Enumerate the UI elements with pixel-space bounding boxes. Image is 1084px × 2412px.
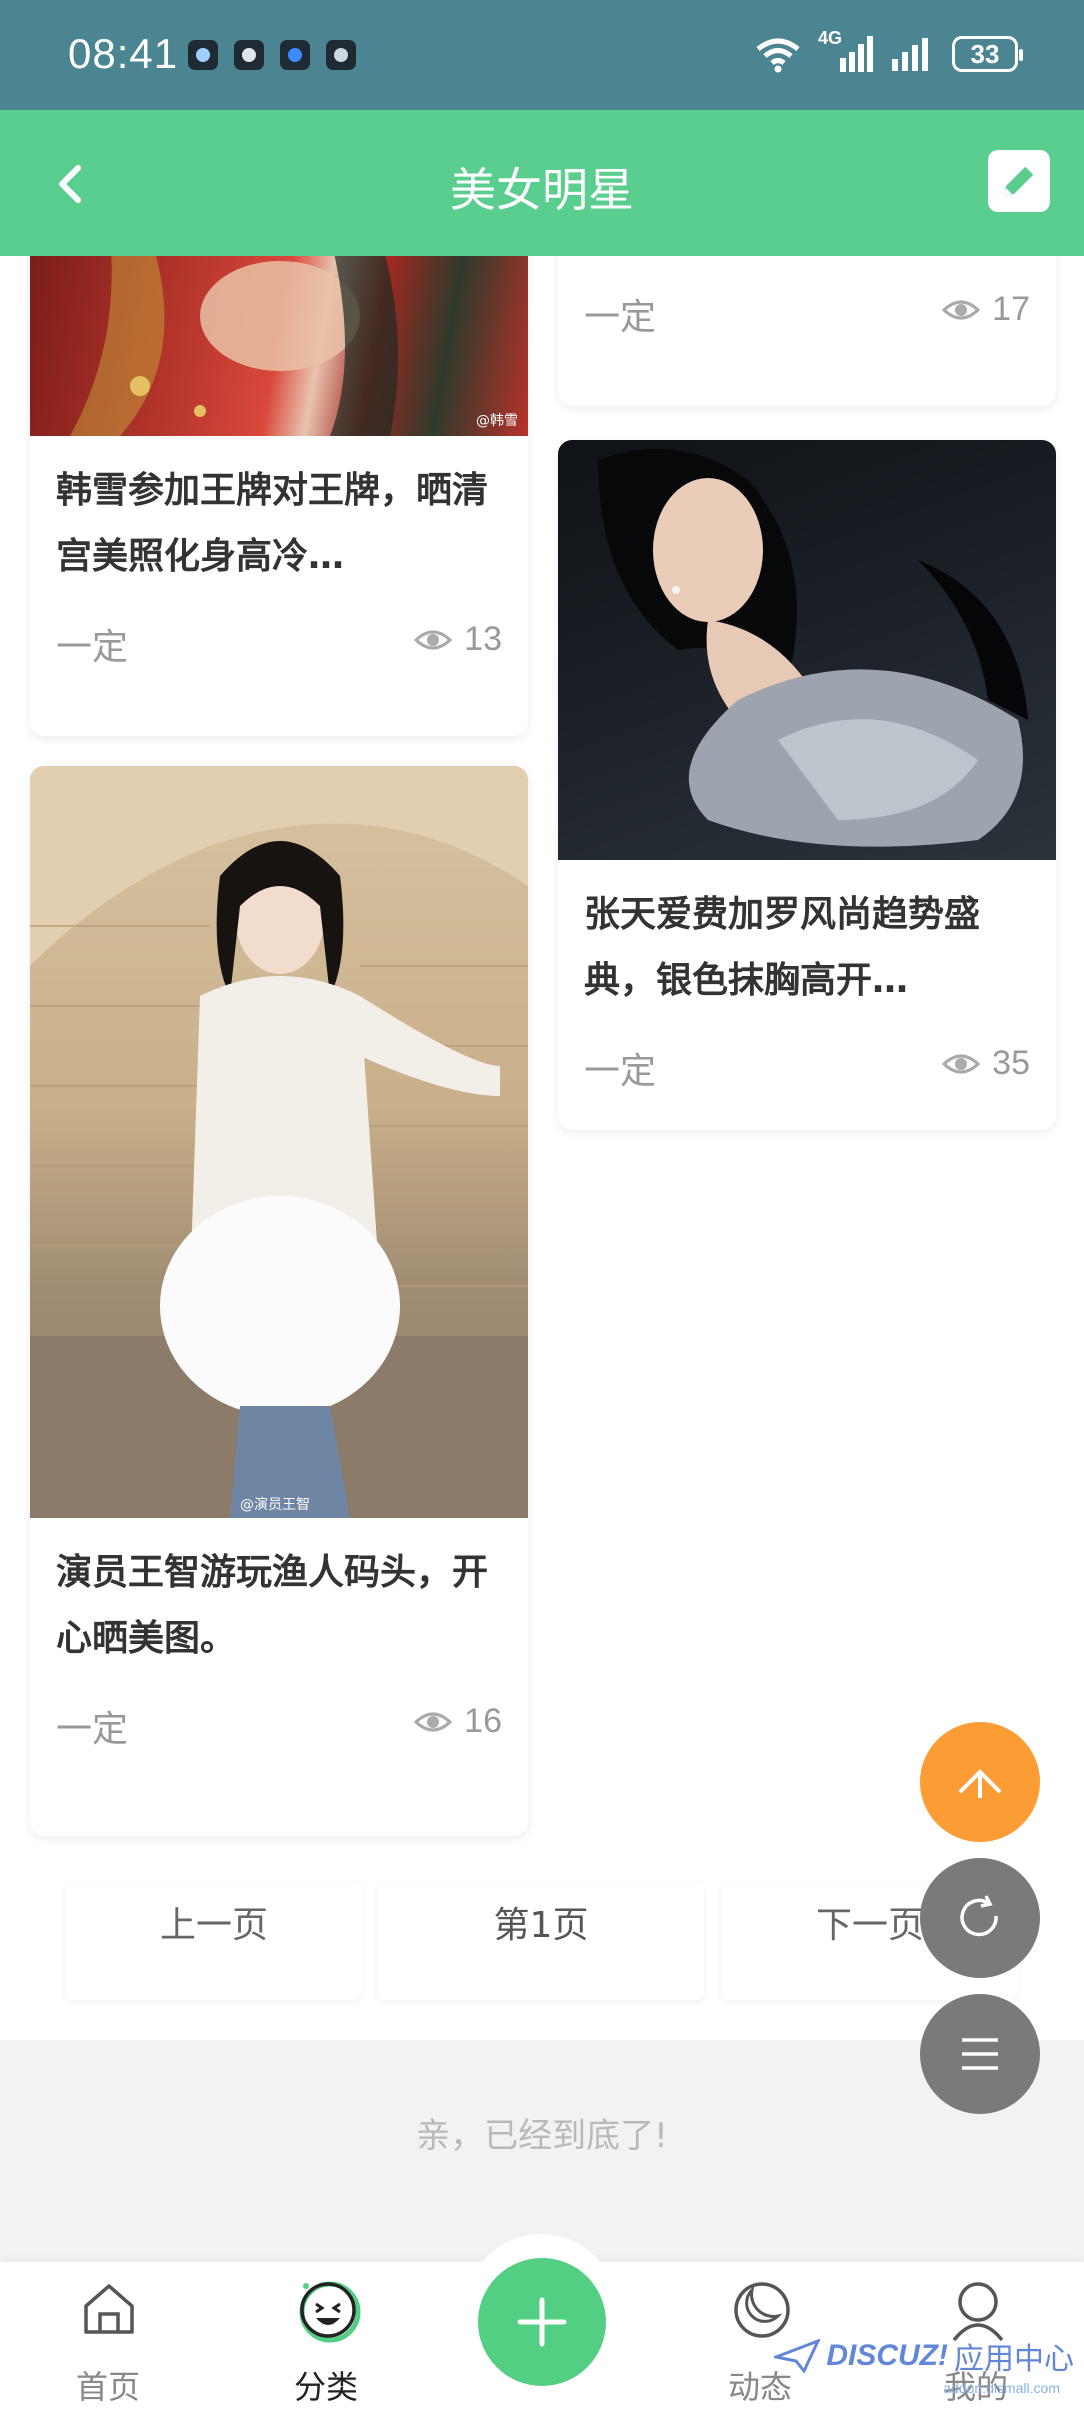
qq-browser-notification-icon (188, 40, 218, 70)
header-bar: 美女明星 (0, 110, 1084, 256)
image-watermark: @演员王智 (240, 1497, 310, 1513)
eye-icon (414, 1712, 453, 1731)
current-page-indicator: 第1页 (378, 1882, 704, 2000)
watermark-text: 应用中心 (954, 2343, 1074, 2376)
paper-plane-icon (774, 2339, 821, 2373)
image-content (598, 448, 1028, 847)
scroll-to-top-button[interactable] (920, 1722, 1040, 1842)
eye-icon (942, 1054, 981, 1073)
pencil-icon (1004, 164, 1036, 196)
post-title[interactable]: 韩雪参加王牌对王牌，晒清宫美照化身高冷… (56, 458, 502, 590)
compose-button[interactable] (988, 150, 1050, 212)
view-count: 13 (414, 620, 502, 659)
refresh-button[interactable] (920, 1858, 1040, 1978)
home-icon (84, 2284, 134, 2334)
post-image[interactable]: @韩雪 (30, 256, 528, 436)
post-author: 一定 (56, 627, 129, 668)
end-of-list: 亲，已经到底了! (0, 2040, 1084, 2262)
settings-notification-icon (326, 40, 356, 70)
tab-category[interactable]: 分类 (256, 2278, 396, 2408)
battery-indicator: 33 (952, 36, 1023, 72)
network-type: 4G (818, 28, 874, 74)
end-message: 亲，已经到底了! (416, 2116, 668, 2156)
eye-icon (942, 300, 981, 319)
app-notification-icon (280, 40, 310, 70)
view-count: 16 (414, 1702, 502, 1741)
page-title: 美女明星 (450, 163, 634, 217)
plus-icon (517, 2297, 567, 2347)
image-watermark: @韩雪 (476, 413, 518, 429)
image-content (30, 766, 528, 1518)
smiley-icon (299, 2281, 361, 2343)
status-time: 08:41 (68, 30, 179, 77)
view-count: 35 (942, 1044, 1030, 1083)
post-author: 一定 (584, 297, 657, 338)
view-count: 17 (942, 290, 1030, 329)
watermark-url: addon.dismall.com (943, 2380, 1060, 2396)
tab-home[interactable]: 首页 (38, 2278, 178, 2408)
post-title[interactable]: 演员王智游玩渔人码头，开心晒美图。 (56, 1540, 502, 1672)
post-title[interactable]: 张天爱费加罗风尚趋势盛典，银色抹胸高开… (584, 882, 1030, 1014)
menu-button[interactable] (920, 1994, 1040, 2114)
refresh-icon (960, 1895, 998, 1937)
user-icon (952, 2282, 1004, 2342)
image-content (70, 256, 398, 436)
post-card[interactable]: 一定 17 (558, 256, 1056, 406)
publish-button[interactable] (478, 2258, 606, 2386)
signal-icon-2 (892, 38, 928, 71)
pagination: 上一页 第1页 下一页 (66, 1882, 1046, 2000)
discuz-watermark: DISCUZ! 应用中心 addon.dismall.com (774, 2334, 1074, 2396)
post-author: 一定 (584, 1051, 657, 1092)
post-image[interactable] (558, 440, 1056, 860)
post-card[interactable]: @演员王智 演员王智游玩渔人码头，开心晒美图。 一定 16 (30, 766, 528, 1836)
moon-icon (734, 2282, 790, 2338)
post-card[interactable]: @韩雪 韩雪参加王牌对王牌，晒清宫美照化身高冷… 一定 13 (30, 256, 528, 736)
menu-icon (962, 2038, 998, 2070)
status-bar: 08:41 4G 33 (0, 0, 1084, 110)
post-card[interactable]: 张天爱费加罗风尚趋势盛典，银色抹胸高开… 一定 35 (558, 440, 1056, 1130)
tab-label: 分类 (293, 2368, 358, 2406)
tab-label: 首页 (75, 2368, 140, 2406)
arrow-up-icon (958, 1769, 1002, 1798)
eye-icon (414, 630, 453, 649)
post-image[interactable]: @演员王智 (30, 766, 528, 1518)
post-author: 一定 (56, 1709, 129, 1750)
watermark-brand: DISCUZ! (826, 2339, 948, 2372)
prev-page-button[interactable]: 上一页 (66, 1882, 362, 2000)
wechat-notification-icon (234, 40, 264, 70)
wifi-icon (756, 38, 800, 73)
